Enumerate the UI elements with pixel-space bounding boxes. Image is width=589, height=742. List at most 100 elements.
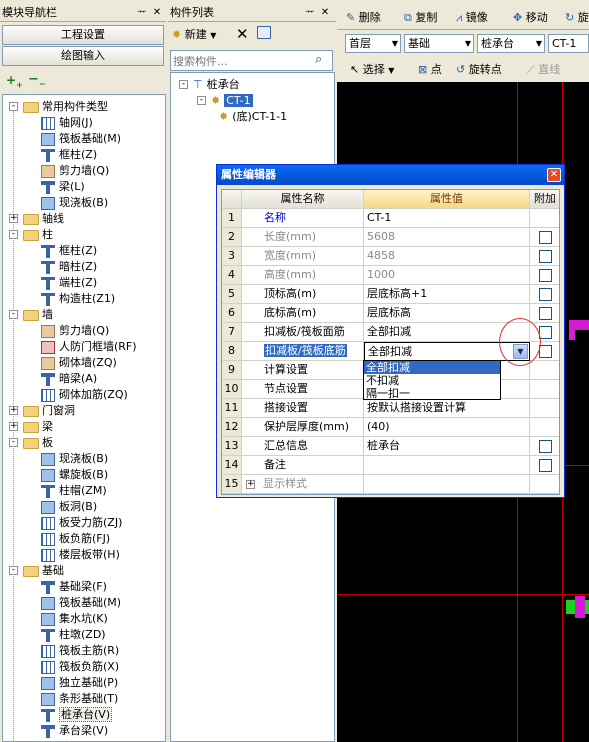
drawing-input-button[interactable]: 绘图输入 bbox=[2, 46, 164, 66]
extra-checkbox[interactable] bbox=[539, 307, 552, 320]
collapse-toggle-icon[interactable]: - bbox=[9, 438, 18, 447]
tree-item[interactable]: 筏板基础(M) bbox=[41, 131, 121, 147]
tree-folder[interactable]: + 轴线 bbox=[9, 211, 64, 227]
expand-toggle-icon[interactable]: + bbox=[246, 479, 255, 489]
extra-checkbox[interactable] bbox=[539, 459, 552, 472]
component-list-item[interactable]: - ⊤ 桩承台 bbox=[179, 77, 240, 93]
tree-item[interactable]: 板负筋(FJ) bbox=[41, 531, 110, 547]
pile-cap-shape[interactable] bbox=[569, 330, 575, 340]
type-select[interactable]: 桩承台 ▼ bbox=[477, 34, 545, 53]
line-button[interactable]: ⟋ 直线 bbox=[527, 61, 560, 79]
tree-item[interactable]: 独立基础(P) bbox=[41, 675, 118, 691]
property-value[interactable]: CT-1 bbox=[364, 209, 530, 228]
tree-item[interactable]: 筏板基础(M) bbox=[41, 595, 121, 611]
tree-folder[interactable]: - 常用构件类型 bbox=[9, 99, 108, 115]
extra-checkbox[interactable] bbox=[539, 440, 552, 453]
property-dropdown-list[interactable]: 全部扣减 不扣减 隔一扣一 bbox=[363, 360, 501, 400]
tree-folder[interactable]: -板 bbox=[9, 435, 53, 451]
component-list-item[interactable]: ✸ (底)CT-1-1 bbox=[219, 109, 287, 125]
property-value[interactable]: 按默认搭接设置计算 bbox=[364, 399, 530, 418]
tree-item[interactable]: 板受力筋(ZJ) bbox=[41, 515, 122, 531]
tree-item[interactable]: 剪力墙(Q) bbox=[41, 163, 109, 179]
search-input[interactable] bbox=[173, 53, 311, 69]
tree-item[interactable]: 现浇板(B) bbox=[41, 195, 108, 211]
extra-checkbox[interactable] bbox=[539, 288, 552, 301]
dropdown-option[interactable]: 全部扣减 bbox=[364, 361, 500, 374]
tree-item[interactable]: 框柱(Z) bbox=[41, 147, 97, 163]
project-settings-button[interactable]: 工程设置 bbox=[2, 25, 164, 45]
collapse-toggle-icon[interactable]: - bbox=[9, 310, 18, 319]
tree-item[interactable]: 构造柱(Z1) bbox=[41, 291, 115, 307]
rotate-point-button[interactable]: ↺ 旋转点 bbox=[456, 61, 502, 79]
tree-item[interactable]: 桩承台(V) bbox=[41, 707, 113, 723]
tree-item[interactable]: 框柱(Z) bbox=[41, 243, 97, 259]
search-box[interactable]: ⌕ bbox=[170, 50, 333, 71]
tree-item[interactable]: 筏板主筋(R) bbox=[41, 643, 119, 659]
floor-select[interactable]: 首层 ▼ bbox=[345, 34, 401, 53]
tree-folder[interactable]: + 门窗洞 bbox=[9, 403, 75, 419]
pile-cap-shape[interactable] bbox=[575, 596, 585, 618]
tree-item[interactable]: 现浇板(B) bbox=[41, 451, 108, 467]
tree-folder[interactable]: -柱 bbox=[9, 227, 53, 243]
tree-item[interactable]: 柱墩(ZD) bbox=[41, 627, 106, 643]
property-value[interactable] bbox=[364, 456, 530, 475]
select-button[interactable]: ↖ 选择 ▼ bbox=[350, 61, 394, 79]
property-value[interactable]: 桩承台 bbox=[364, 437, 530, 456]
tree-item[interactable]: 承台梁(V) bbox=[41, 723, 108, 739]
tree-folder[interactable]: -墙 bbox=[9, 307, 53, 323]
tree-item[interactable]: 剪力墙(Q) bbox=[41, 323, 109, 339]
property-value[interactable]: 1000 bbox=[364, 266, 530, 285]
expand-toggle-icon[interactable]: + bbox=[9, 422, 18, 431]
tree-item[interactable]: 砌体墙(ZQ) bbox=[41, 355, 117, 371]
pin-icon[interactable]: ᅲ bbox=[136, 7, 148, 19]
mirror-button[interactable]: ⩘ 镜像 bbox=[456, 9, 488, 27]
delete-button[interactable]: ✎ 删除 bbox=[346, 9, 381, 27]
component-list-item[interactable]: - ✸ CT-1 bbox=[197, 93, 253, 109]
tree-item[interactable]: 人防门框墙(RF) bbox=[41, 339, 137, 355]
list-close-icon[interactable]: ✕ bbox=[319, 7, 331, 19]
expand-toggle-icon[interactable]: + bbox=[9, 214, 18, 223]
close-icon[interactable]: ✕ bbox=[151, 7, 163, 19]
expand-all-icon[interactable]: ++ bbox=[6, 73, 23, 89]
extra-checkbox[interactable] bbox=[539, 250, 552, 263]
extra-checkbox[interactable] bbox=[539, 231, 552, 244]
rotate-button[interactable]: ↻ 旋 bbox=[565, 9, 589, 27]
dialog-title-bar[interactable]: 属性编辑器 ✕ bbox=[217, 165, 564, 185]
move-button[interactable]: ✥ 移动 bbox=[513, 9, 548, 27]
tree-item[interactable]: 柱帽(ZM) bbox=[41, 483, 107, 499]
extra-checkbox[interactable] bbox=[539, 269, 552, 282]
tree-item[interactable]: 轴网(J) bbox=[41, 115, 93, 131]
property-value[interactable]: 5608 bbox=[364, 228, 530, 247]
collapse-toggle-icon[interactable]: - bbox=[9, 230, 18, 239]
collapse-all-icon[interactable]: −− bbox=[28, 72, 46, 89]
expand-toggle-icon[interactable]: + bbox=[9, 406, 18, 415]
tree-item[interactable]: 集水坑(K) bbox=[41, 611, 108, 627]
tree-item[interactable]: 条形基础(T) bbox=[41, 691, 118, 707]
copy-button[interactable]: ⧉ 复制 bbox=[404, 9, 437, 27]
tree-item[interactable]: 梁(L) bbox=[41, 179, 85, 195]
tree-item[interactable]: 筏板负筋(X) bbox=[41, 659, 119, 675]
tree-folder[interactable]: - 基础 bbox=[9, 563, 64, 579]
new-button[interactable]: ✸ 新建 ▼ bbox=[172, 26, 216, 44]
delete-icon[interactable]: ✕ bbox=[236, 25, 249, 43]
copy-list-icon[interactable] bbox=[257, 26, 271, 39]
tree-item[interactable]: 砌体加筋(ZQ) bbox=[41, 387, 128, 403]
tree-item[interactable]: 螺旋板(B) bbox=[41, 467, 108, 483]
tree-item[interactable]: 楼层板带(H) bbox=[41, 547, 120, 563]
property-value[interactable]: (40) bbox=[364, 418, 530, 437]
tree-folder[interactable]: + 梁 bbox=[9, 419, 53, 435]
tree-item[interactable]: 暗梁(A) bbox=[41, 371, 97, 387]
extra-checkbox[interactable] bbox=[539, 345, 552, 358]
collapse-toggle-icon[interactable]: - bbox=[9, 566, 18, 575]
tree-item[interactable]: 板洞(B) bbox=[41, 499, 97, 515]
member-select[interactable]: CT-1 bbox=[548, 34, 589, 53]
list-pin-icon[interactable]: ᅲ bbox=[304, 7, 316, 19]
dropdown-option[interactable]: 隔一扣一 bbox=[364, 387, 500, 400]
tree-item[interactable]: 端柱(Z) bbox=[41, 275, 97, 291]
tree-item[interactable]: 暗柱(Z) bbox=[41, 259, 97, 275]
tree-item[interactable]: 基础梁(F) bbox=[41, 579, 107, 595]
property-value[interactable]: 层底标高 bbox=[364, 304, 530, 323]
extra-checkbox[interactable] bbox=[539, 326, 552, 339]
category-select[interactable]: 基础 ▼ bbox=[404, 34, 474, 53]
collapse-toggle-icon[interactable]: - bbox=[179, 80, 188, 89]
